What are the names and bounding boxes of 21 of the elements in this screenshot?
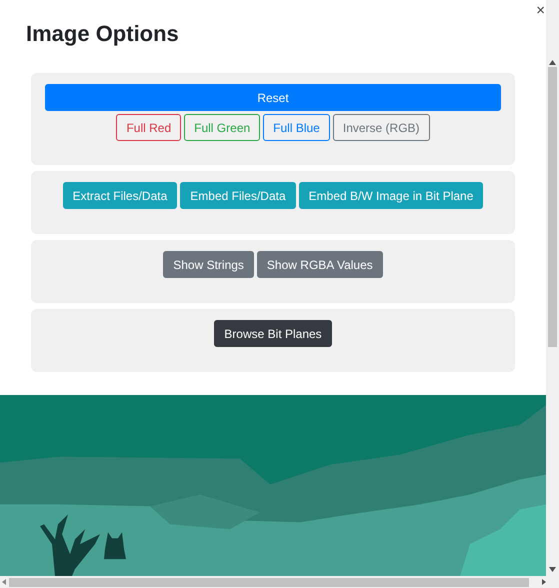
action-button[interactable]: Full Green xyxy=(184,114,260,141)
horizontal-scrollbar[interactable] xyxy=(0,576,559,588)
action-button[interactable]: Inverse (RGB) xyxy=(332,114,430,141)
close-button[interactable]: × xyxy=(536,3,545,18)
action-button[interactable]: Embed Files/Data xyxy=(180,182,296,209)
reset-button[interactable]: Reset xyxy=(45,84,501,111)
scroll-right-icon[interactable] xyxy=(542,579,546,585)
action-button[interactable]: Show RGBA Values xyxy=(256,251,383,278)
action-button[interactable]: Embed B/W Image in Bit Plane xyxy=(298,182,484,209)
scrollbar-thumb[interactable] xyxy=(548,67,557,347)
action-button[interactable]: Full Red xyxy=(116,114,182,141)
action-button[interactable]: Show Strings xyxy=(163,251,254,278)
dialog-title: Image Options xyxy=(26,20,179,48)
action-button[interactable]: Full Blue xyxy=(263,114,330,141)
scroll-left-icon[interactable] xyxy=(2,579,6,585)
scroll-up-icon[interactable] xyxy=(549,60,556,65)
scrollbar-thumb[interactable] xyxy=(9,578,529,586)
scroll-down-icon[interactable] xyxy=(549,567,556,572)
vertical-scrollbar[interactable] xyxy=(546,0,559,576)
action-button[interactable]: Extract Files/Data xyxy=(62,182,178,209)
action-button[interactable]: Browse Bit Planes xyxy=(214,320,332,347)
